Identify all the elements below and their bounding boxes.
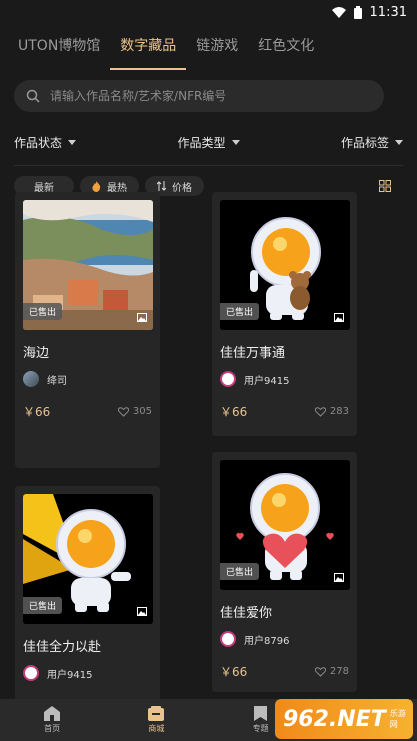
image-icon <box>334 313 344 322</box>
filter-status[interactable]: 作品状态 <box>14 134 77 151</box>
shop-icon <box>148 706 165 721</box>
filter-row: 作品状态 作品类型 作品标签 <box>0 119 417 165</box>
image-icon <box>137 607 147 616</box>
filter-tag[interactable]: 作品标签 <box>341 134 403 151</box>
nav-topics-label: 专题 <box>252 724 269 733</box>
filter-type[interactable]: 作品类型 <box>177 134 240 151</box>
artwork-price: ￥66 <box>220 405 248 419</box>
artwork-author[interactable]: 用户9415 <box>220 371 349 387</box>
avatar <box>220 631 236 647</box>
nav-mall-label: 商城 <box>148 724 165 733</box>
like-count[interactable]: 283 <box>314 406 349 417</box>
tab-red-culture[interactable]: 红色文化 <box>258 35 314 59</box>
avatar <box>23 665 39 681</box>
grid-view-icon[interactable] <box>379 180 391 192</box>
home-icon <box>44 706 61 721</box>
like-count[interactable]: 278 <box>314 666 349 677</box>
sort-price-label: 价格 <box>172 182 192 194</box>
like-count-value: 278 <box>329 666 349 677</box>
artwork-title: 佳佳爱你 <box>220 606 273 621</box>
category-tabs: UTON博物馆 数字藏品 链游戏 红色文化 <box>0 24 417 70</box>
wifi-icon <box>331 6 346 18</box>
artwork-author[interactable]: 用户8796 <box>220 631 349 647</box>
watermark-logo: 962.NET 乐游网 <box>275 699 413 739</box>
search-icon <box>26 89 40 103</box>
heart-icon <box>117 406 129 417</box>
tab-uton-museum[interactable]: UTON博物馆 <box>18 35 100 59</box>
search-input[interactable] <box>50 89 372 103</box>
filter-status-label: 作品状态 <box>14 135 63 150</box>
artwork-image: 已售出 <box>23 494 153 624</box>
artwork-title: 海边 <box>23 346 50 361</box>
status-time: 11:31 <box>369 4 407 20</box>
artwork-title: 佳佳全力以赴 <box>23 640 102 655</box>
watermark-text: 962.NET <box>283 706 386 732</box>
image-icon <box>137 313 147 322</box>
nav-home[interactable]: 首页 <box>22 706 82 734</box>
sold-badge: 已售出 <box>23 597 63 614</box>
tab-digital-collection[interactable]: 数字藏品 <box>110 35 187 70</box>
author-name: 用户9415 <box>244 375 290 387</box>
sold-badge: 已售出 <box>220 563 260 580</box>
artwork-image: 已售出 <box>220 200 350 330</box>
sold-badge: 已售出 <box>220 303 260 320</box>
artwork-card[interactable]: 已售出 佳佳全力以赴 用户9415 <box>15 486 160 716</box>
artwork-card[interactable]: 已售出 佳佳万事通 用户9415 ￥66 283 <box>212 192 357 436</box>
bookmark-icon <box>254 706 268 721</box>
artwork-card[interactable]: 已售出 佳佳爱你 用户8796 ￥66 278 <box>212 452 357 692</box>
image-icon <box>334 573 344 582</box>
search-bar[interactable] <box>14 80 384 112</box>
tab-chain-games[interactable]: 链游戏 <box>196 35 238 59</box>
heart-icon <box>314 666 326 677</box>
watermark-sub: 乐游网 <box>389 709 406 729</box>
artwork-author[interactable]: 用户9415 <box>23 665 152 681</box>
avatar <box>220 371 236 387</box>
sold-badge: 已售出 <box>23 303 63 320</box>
artwork-price: ￥66 <box>23 405 51 419</box>
artwork-title: 佳佳万事通 <box>220 346 286 361</box>
artwork-image: 已售出 <box>220 460 350 590</box>
author-name: 用户9415 <box>47 669 93 681</box>
status-bar: 11:31 <box>0 0 417 24</box>
battery-icon <box>353 5 362 19</box>
like-count-value: 305 <box>132 406 152 417</box>
artwork-image: 已售出 <box>23 200 153 330</box>
author-name: 绛司 <box>47 375 67 387</box>
caret-down-icon <box>231 139 240 145</box>
flame-icon <box>92 180 101 192</box>
artwork-card[interactable]: 已售出 海边 绛司 ￥66 305 <box>15 192 160 468</box>
caret-down-icon <box>68 139 77 145</box>
nav-home-label: 首页 <box>44 724 61 733</box>
artwork-author[interactable]: 绛司 <box>23 371 152 387</box>
sort-icon <box>157 181 166 191</box>
like-count[interactable]: 305 <box>117 406 152 417</box>
author-name: 用户8796 <box>244 635 290 647</box>
filter-type-label: 作品类型 <box>177 135 226 150</box>
nav-mall[interactable]: 商城 <box>126 706 186 734</box>
caret-down-icon <box>394 139 403 145</box>
artwork-price: ￥66 <box>220 665 248 679</box>
like-count-value: 283 <box>329 406 349 417</box>
heart-icon <box>314 406 326 417</box>
avatar <box>23 371 39 387</box>
filter-tag-label: 作品标签 <box>340 135 389 150</box>
